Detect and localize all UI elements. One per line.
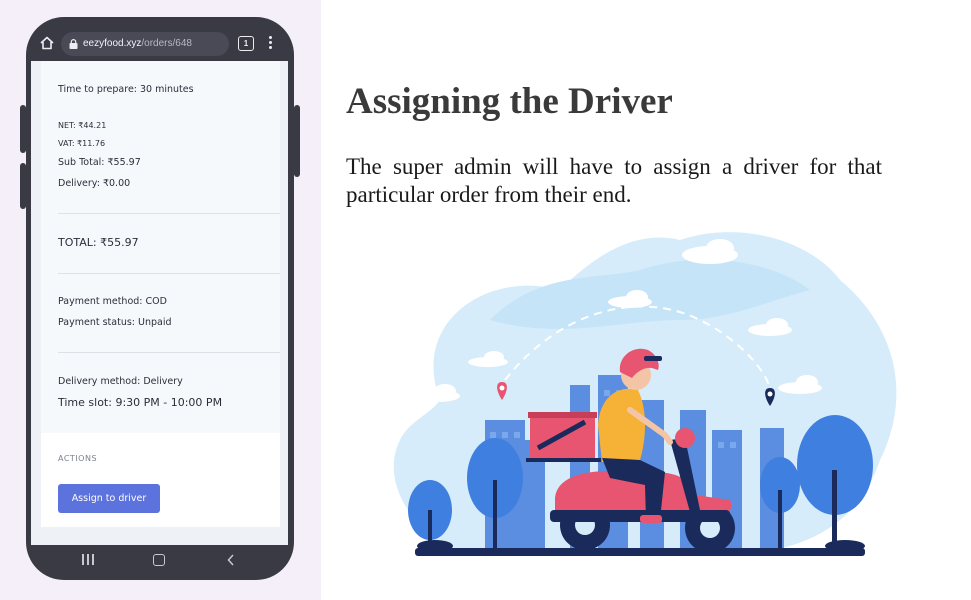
- vat-amount: VAT: ₹11.76: [58, 139, 106, 148]
- sub-total: Sub Total: ₹55.97: [58, 157, 141, 168]
- slide-heading: Assigning the Driver: [346, 81, 673, 122]
- phone-screen: Time to prepare: 30 minutes NET: ₹44.21 …: [31, 61, 288, 545]
- url-path: /orders/648: [141, 38, 192, 49]
- order-details-card: Time to prepare: 30 minutes NET: ₹44.21 …: [41, 61, 280, 433]
- net-amount: NET: ₹44.21: [58, 121, 107, 130]
- slide-description: The super admin will have to assign a dr…: [346, 154, 882, 207]
- browser-toolbar: eezyfood.xyz/orders/648 1: [31, 30, 288, 58]
- url-domain: eezyfood.xyz: [83, 38, 142, 49]
- order-total: TOTAL: ₹55.97: [58, 236, 139, 249]
- delivery-fee: Delivery: ₹0.00: [58, 178, 131, 189]
- lock-icon: [69, 39, 78, 49]
- address-bar[interactable]: eezyfood.xyz/orders/648: [61, 32, 229, 56]
- nav-recent-icon[interactable]: [82, 554, 94, 565]
- menu-icon[interactable]: [265, 34, 275, 52]
- home-icon[interactable]: [39, 35, 55, 51]
- power-button: [294, 105, 300, 177]
- payment-method: Payment method: COD: [58, 296, 167, 307]
- tabs-icon[interactable]: 1: [238, 36, 254, 51]
- nav-back-icon[interactable]: [226, 553, 236, 567]
- actions-label: ACTIONS: [58, 454, 98, 463]
- payment-status: Payment status: Unpaid: [58, 317, 172, 328]
- nav-home-icon[interactable]: [153, 554, 165, 566]
- delivery-illustration: [393, 232, 897, 556]
- delivery-method: Delivery method: Delivery: [58, 376, 183, 387]
- divider: [58, 273, 280, 274]
- assign-to-driver-button[interactable]: Assign to driver: [58, 484, 160, 513]
- divider: [58, 213, 280, 214]
- system-nav-bar: [31, 546, 288, 574]
- divider: [58, 352, 280, 353]
- time-slot: Time slot: 9:30 PM - 10:00 PM: [58, 396, 223, 409]
- time-to-prepare: Time to prepare: 30 minutes: [58, 84, 194, 95]
- actions-card: ACTIONS Assign to driver: [41, 433, 280, 527]
